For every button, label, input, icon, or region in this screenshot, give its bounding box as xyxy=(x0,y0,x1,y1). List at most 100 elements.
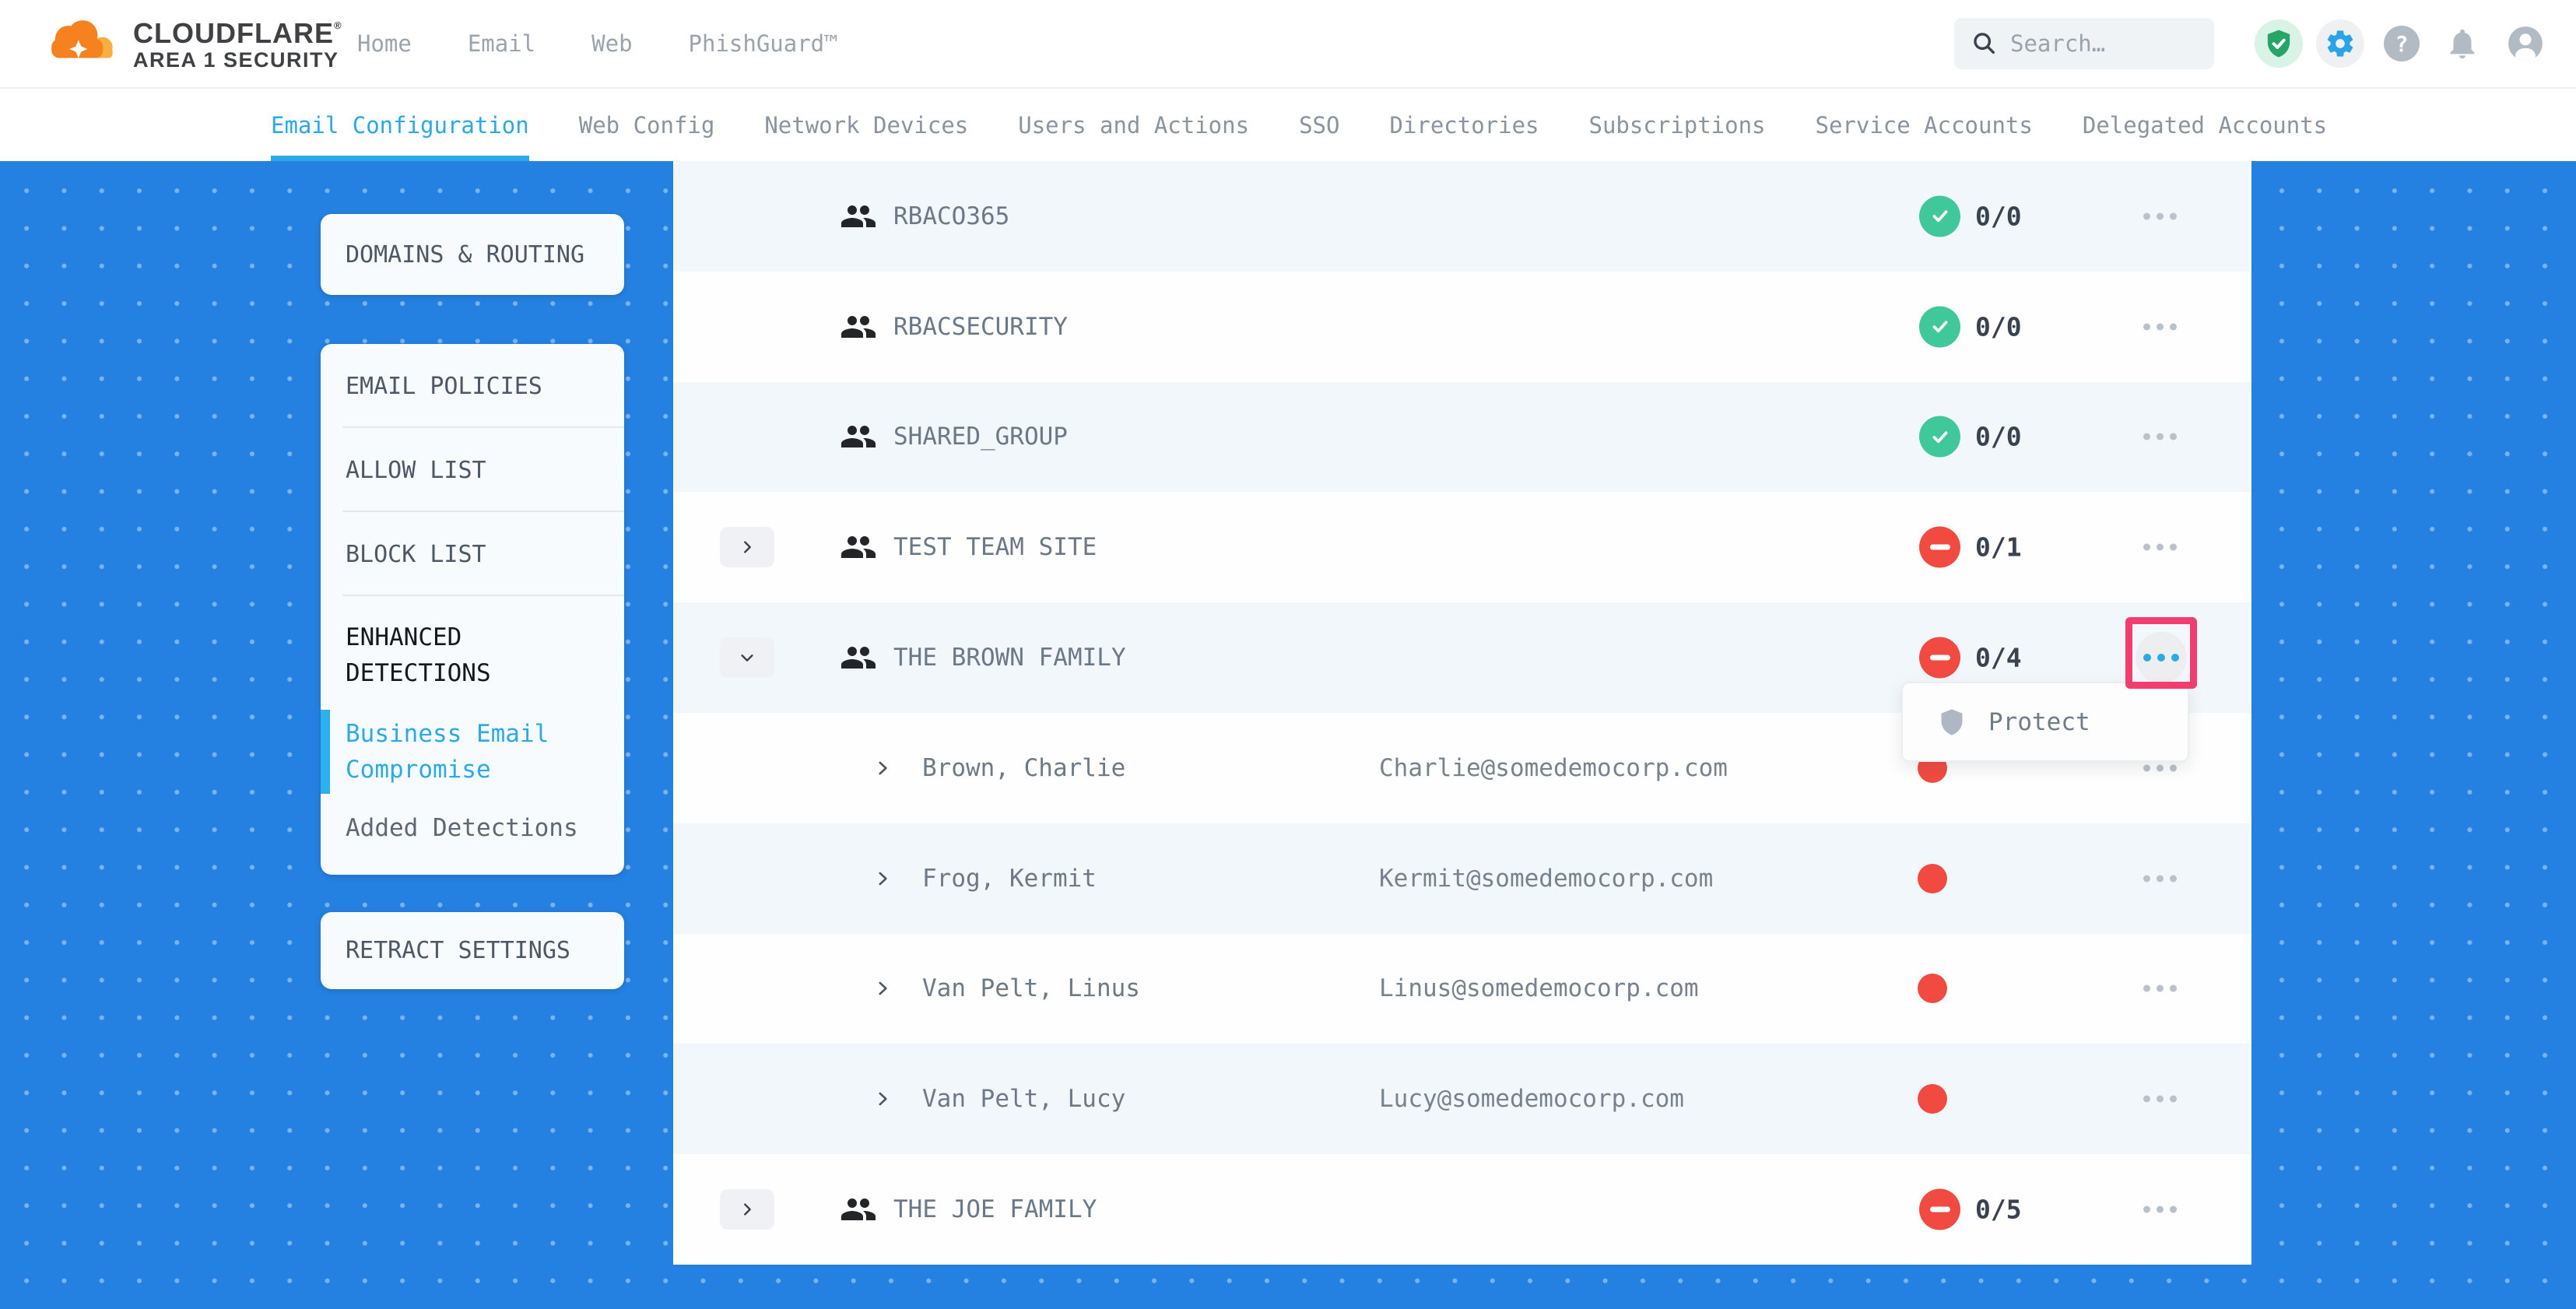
group-icon xyxy=(840,1191,877,1228)
group-name: THE JOE FAMILY xyxy=(893,1195,1097,1223)
sidebar-item-domains-routing[interactable]: DOMAINS & ROUTING xyxy=(321,241,584,268)
collapse-row-button[interactable] xyxy=(720,637,774,678)
secondary-nav: Email Configuration Web Config Network D… xyxy=(0,87,2576,161)
table-row-member[interactable]: Frog, Kermit Kermit@somedemocorp.com xyxy=(673,823,2251,934)
shield-icon xyxy=(1937,707,1967,737)
menu-item-label: Protect xyxy=(1988,708,2090,736)
nav-web[interactable]: Web xyxy=(591,30,632,57)
row-context-menu: Protect xyxy=(1901,682,2189,762)
row-actions-button[interactable] xyxy=(2143,875,2177,882)
cloudflare-cloud-icon xyxy=(44,17,122,65)
tab-sso[interactable]: SSO xyxy=(1299,89,1339,161)
tab-network-devices[interactable]: Network Devices xyxy=(764,89,968,161)
status-fail-badge xyxy=(1919,527,1960,568)
group-name: TEST TEAM SITE xyxy=(893,533,1097,561)
table-row-group[interactable]: TEST TEAM SITE 0/1 xyxy=(673,492,2251,602)
nav-phishguard[interactable]: PhishGuard™ xyxy=(689,30,838,57)
tab-directories[interactable]: Directories xyxy=(1389,89,1539,161)
active-item-indicator xyxy=(321,710,330,794)
status-pass-badge xyxy=(1919,195,1960,237)
row-actions-button[interactable] xyxy=(2143,433,2177,440)
search-bar[interactable] xyxy=(1954,18,2214,69)
expand-row-button[interactable] xyxy=(720,1189,774,1230)
sidebar-card-retract-settings[interactable]: RETRACT SETTINGS xyxy=(321,912,624,989)
search-input[interactable] xyxy=(2010,30,2197,57)
member-email: Kermit@somedemocorp.com xyxy=(1379,865,1713,893)
row-actions-button[interactable] xyxy=(2143,212,2177,219)
page: CLOUDFLARE® AREA 1 SECURITY Home Email W… xyxy=(0,0,2576,1309)
chevron-right-icon[interactable] xyxy=(872,978,893,998)
nav-home[interactable]: Home xyxy=(357,30,412,57)
status-alert-dot xyxy=(1918,864,1947,893)
status-alert-dot xyxy=(1918,974,1947,1003)
expand-row-button[interactable] xyxy=(720,527,774,567)
chevron-right-icon xyxy=(739,1201,756,1218)
cloudflare-logo[interactable]: CLOUDFLARE® AREA 1 SECURITY xyxy=(44,11,342,72)
tab-web-config[interactable]: Web Config xyxy=(579,89,715,161)
group-icon xyxy=(840,308,877,346)
sidebar-item-business-email-compromise[interactable]: Business Email Compromise xyxy=(321,711,599,792)
content-area: DOMAINS & ROUTING EMAIL POLICIES ALLOW L… xyxy=(0,161,2576,1309)
chevron-right-icon[interactable] xyxy=(872,1089,893,1109)
member-name: Van Pelt, Linus xyxy=(922,974,1140,1002)
tab-email-configuration[interactable]: Email Configuration xyxy=(271,89,529,161)
account-avatar-icon[interactable] xyxy=(2506,24,2545,63)
chevron-down-icon xyxy=(739,649,756,666)
sidebar-item-block-list[interactable]: BLOCK LIST xyxy=(321,512,624,596)
status-alert-dot xyxy=(1918,1084,1947,1114)
member-email: Lucy@somedemocorp.com xyxy=(1379,1085,1684,1113)
brand-subtitle: AREA 1 SECURITY xyxy=(133,48,342,72)
group-icon xyxy=(840,639,877,676)
row-actions-button[interactable] xyxy=(2143,1096,2177,1103)
chevron-right-icon xyxy=(739,539,756,556)
menu-item-protect[interactable]: Protect xyxy=(1903,683,2188,760)
primary-nav: Home Email Web PhishGuard™ xyxy=(357,0,838,87)
table-row-group[interactable]: SHARED_GROUP 0/0 xyxy=(673,382,2251,493)
chevron-right-icon[interactable] xyxy=(872,869,893,889)
detection-count: 0/1 xyxy=(1975,532,2022,563)
group-icon xyxy=(840,198,877,235)
row-actions-button[interactable] xyxy=(2143,1206,2177,1213)
detection-count: 0/5 xyxy=(1975,1195,2022,1225)
group-icon xyxy=(840,418,877,455)
sidebar-item-enhanced-detections[interactable]: ENHANCED DETECTIONS xyxy=(346,619,548,691)
help-icon[interactable]: ? xyxy=(2384,26,2420,61)
sidebar-item-email-policies[interactable]: EMAIL POLICIES xyxy=(321,344,624,428)
table-row-member[interactable]: Van Pelt, Lucy Lucy@somedemocorp.com xyxy=(673,1044,2251,1154)
tab-delegated-accounts[interactable]: Delegated Accounts xyxy=(2083,89,2327,161)
sidebar-section-enhanced-detections: ENHANCED DETECTIONS Business Email Compr… xyxy=(321,596,624,870)
member-name: Van Pelt, Lucy xyxy=(922,1085,1125,1113)
shield-check-icon[interactable] xyxy=(2255,19,2303,68)
group-name: RBACO365 xyxy=(893,202,1009,230)
tab-users-and-actions[interactable]: Users and Actions xyxy=(1018,89,1249,161)
sidebar-item-allow-list[interactable]: ALLOW LIST xyxy=(321,428,624,512)
table-row-group[interactable]: RBACO365 0/0 xyxy=(673,161,2251,272)
table-row-member[interactable]: Van Pelt, Linus Linus@somedemocorp.com xyxy=(673,934,2251,1044)
table-row-group[interactable]: RBACSECURITY 0/0 xyxy=(673,272,2251,382)
groups-table: RBACO365 0/0 RBACSECURITY 0/0 SHARED_GRO… xyxy=(673,161,2251,1265)
search-icon xyxy=(1971,30,1998,57)
status-pass-badge xyxy=(1919,306,1960,347)
brand-name: CLOUDFLARE® xyxy=(133,11,342,48)
row-actions-button-active[interactable] xyxy=(2136,632,2187,683)
group-name: RBACSECURITY xyxy=(893,313,1068,341)
row-actions-button[interactable] xyxy=(2143,764,2177,771)
row-actions-button[interactable] xyxy=(2143,985,2177,992)
table-row-group[interactable]: THE JOE FAMILY 0/5 xyxy=(673,1154,2251,1265)
chevron-right-icon[interactable] xyxy=(872,758,893,778)
sidebar-card-policies: EMAIL POLICIES ALLOW LIST BLOCK LIST ENH… xyxy=(321,344,624,875)
row-actions-button[interactable] xyxy=(2143,544,2177,551)
detection-count: 0/0 xyxy=(1975,422,2022,452)
sidebar-item-added-detections[interactable]: Added Detections xyxy=(346,814,599,862)
tab-subscriptions[interactable]: Subscriptions xyxy=(1589,89,1766,161)
tab-service-accounts[interactable]: Service Accounts xyxy=(1816,89,2033,161)
sidebar-card-domains-routing[interactable]: DOMAINS & ROUTING xyxy=(321,214,624,295)
sidebar-item-retract-settings[interactable]: RETRACT SETTINGS xyxy=(321,937,570,964)
row-actions-button[interactable] xyxy=(2143,323,2177,330)
status-fail-badge xyxy=(1919,1189,1960,1230)
nav-email[interactable]: Email xyxy=(468,30,535,57)
notifications-bell-icon[interactable] xyxy=(2444,26,2480,61)
member-email: Linus@somedemocorp.com xyxy=(1379,974,1699,1002)
settings-gear-icon[interactable] xyxy=(2316,19,2364,68)
group-icon xyxy=(840,528,877,566)
